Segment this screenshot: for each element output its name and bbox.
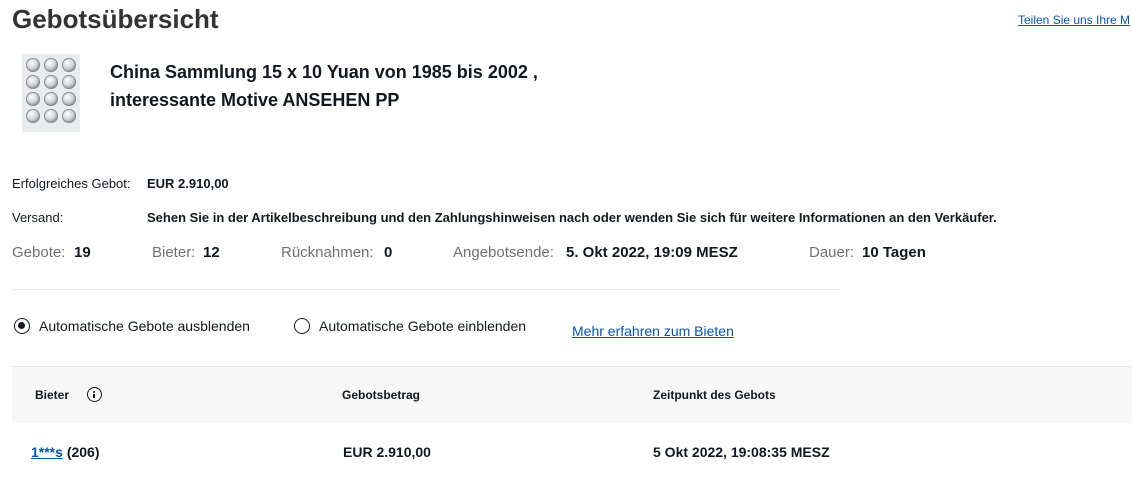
radio-unchecked-icon[interactable]	[294, 318, 310, 334]
shipping-label: Versand:	[12, 210, 64, 225]
page-title: Gebotsübersicht	[12, 4, 219, 34]
show-auto-bids-label: Automatische Gebote einblenden	[319, 318, 527, 334]
auction-end-label: Angebotsende:	[453, 244, 554, 261]
item-thumbnail[interactable]	[22, 54, 80, 132]
bid-amount-cell: EUR 2.910,00	[343, 444, 431, 460]
bid-history-table: Bieter Gebotsbetrag Zeitpunkt des Gebots…	[12, 366, 1132, 475]
bids-label: Gebote:	[12, 244, 66, 261]
item-title-line2: interessante Motive ANSEHEN PP	[110, 90, 400, 110]
bid-time-cell: 5 Okt 2022, 19:08:35 MESZ	[653, 444, 830, 460]
bidder-cell: 1***s (206)	[31, 423, 100, 475]
column-header-amount: Gebotsbetrag	[342, 388, 421, 402]
radio-checked-icon[interactable]	[14, 318, 30, 334]
bidder-score: (206)	[66, 444, 100, 460]
auction-end-value: 5. Okt 2022, 19:09 MESZ	[566, 244, 738, 261]
learn-more-bidding-link[interactable]: Mehr erfahren zum Bieten	[572, 323, 734, 339]
bidder-link[interactable]: 1***s	[31, 444, 63, 460]
section-divider	[12, 289, 840, 290]
item-title: China Sammlung 15 x 10 Yuan von 1985 bis…	[110, 58, 630, 114]
table-row: 1***s (206) EUR 2.910,00 5 Okt 2022, 19:…	[12, 423, 1132, 475]
column-header-bidder: Bieter	[35, 388, 70, 402]
info-icon[interactable]	[87, 387, 102, 402]
duration-label: Dauer:	[809, 244, 855, 261]
retractions-value: 0	[384, 244, 393, 261]
show-auto-bids-option[interactable]: Automatische Gebote einblenden	[294, 318, 526, 334]
hide-auto-bids-label: Automatische Gebote ausblenden	[39, 318, 250, 334]
item-title-line1: China Sammlung 15 x 10 Yuan von 1985 bis…	[110, 62, 538, 82]
duration-value: 10 Tagen	[862, 244, 926, 261]
retractions-label: Rücknahmen:	[281, 244, 374, 261]
share-feedback-link[interactable]: Teilen Sie uns Ihre M	[1018, 13, 1132, 27]
winning-bid-value: EUR 2.910,00	[147, 176, 229, 191]
bidders-value: 12	[203, 244, 220, 261]
shipping-value: Sehen Sie in der Artikelbeschreibung und…	[147, 210, 997, 225]
winning-bid-label: Erfolgreiches Gebot:	[12, 176, 131, 191]
bidders-label: Bieter:	[152, 244, 196, 261]
table-header: Bieter Gebotsbetrag Zeitpunkt des Gebots	[12, 367, 1132, 423]
hide-auto-bids-option[interactable]: Automatische Gebote ausblenden	[14, 318, 250, 334]
column-header-time: Zeitpunkt des Gebots	[653, 388, 776, 402]
bids-value: 19	[74, 244, 91, 261]
